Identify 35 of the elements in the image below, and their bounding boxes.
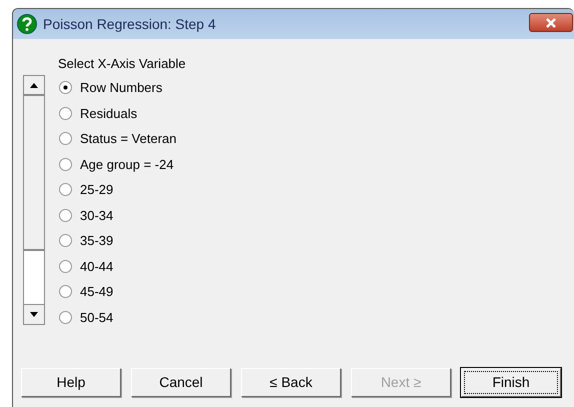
- close-button[interactable]: [529, 13, 573, 32]
- radio-button[interactable]: [59, 106, 72, 120]
- radio-button[interactable]: [59, 310, 72, 324]
- dialog-button[interactable]: Finish: [461, 368, 561, 397]
- option-label: Status = Veteran: [80, 130, 176, 148]
- window-title: Poisson Regression: Step 4: [43, 14, 216, 34]
- prompt-label: Select X-Axis Variable: [58, 55, 186, 73]
- close-icon: [545, 18, 557, 28]
- radio-button[interactable]: [59, 234, 72, 248]
- scroll-down-button[interactable]: [24, 304, 44, 324]
- scroll-up-button[interactable]: [24, 76, 44, 96]
- radio-button[interactable]: [59, 260, 72, 273]
- question-icon: [17, 14, 37, 34]
- radio-button[interactable]: [59, 183, 72, 196]
- dialog-button[interactable]: Help: [21, 368, 121, 397]
- radio-button[interactable]: [59, 158, 72, 171]
- scrollbar[interactable]: [23, 75, 45, 325]
- option-label: Age group = -24: [80, 156, 174, 174]
- dialog-button[interactable]: ≤ Back: [241, 368, 341, 397]
- up-arrow-icon: [30, 82, 38, 88]
- radio-button[interactable]: [59, 285, 72, 298]
- radio-button[interactable]: [59, 81, 72, 94]
- scroll-thumb[interactable]: [24, 96, 44, 251]
- radio-button[interactable]: [59, 132, 72, 146]
- option-label: Row Numbers: [80, 79, 162, 97]
- option-label: 35-39: [80, 232, 114, 250]
- option-label: Residuals: [80, 104, 138, 122]
- option-label: 25-29: [80, 181, 114, 199]
- option-label: 50-54: [80, 308, 114, 326]
- radio-button[interactable]: [59, 208, 72, 222]
- option-label: 45-49: [80, 283, 114, 301]
- down-arrow-icon: [30, 312, 38, 317]
- option-label: 40-44: [80, 258, 114, 276]
- option-label: 30-34: [80, 206, 114, 224]
- dialog-button[interactable]: Cancel: [131, 368, 231, 397]
